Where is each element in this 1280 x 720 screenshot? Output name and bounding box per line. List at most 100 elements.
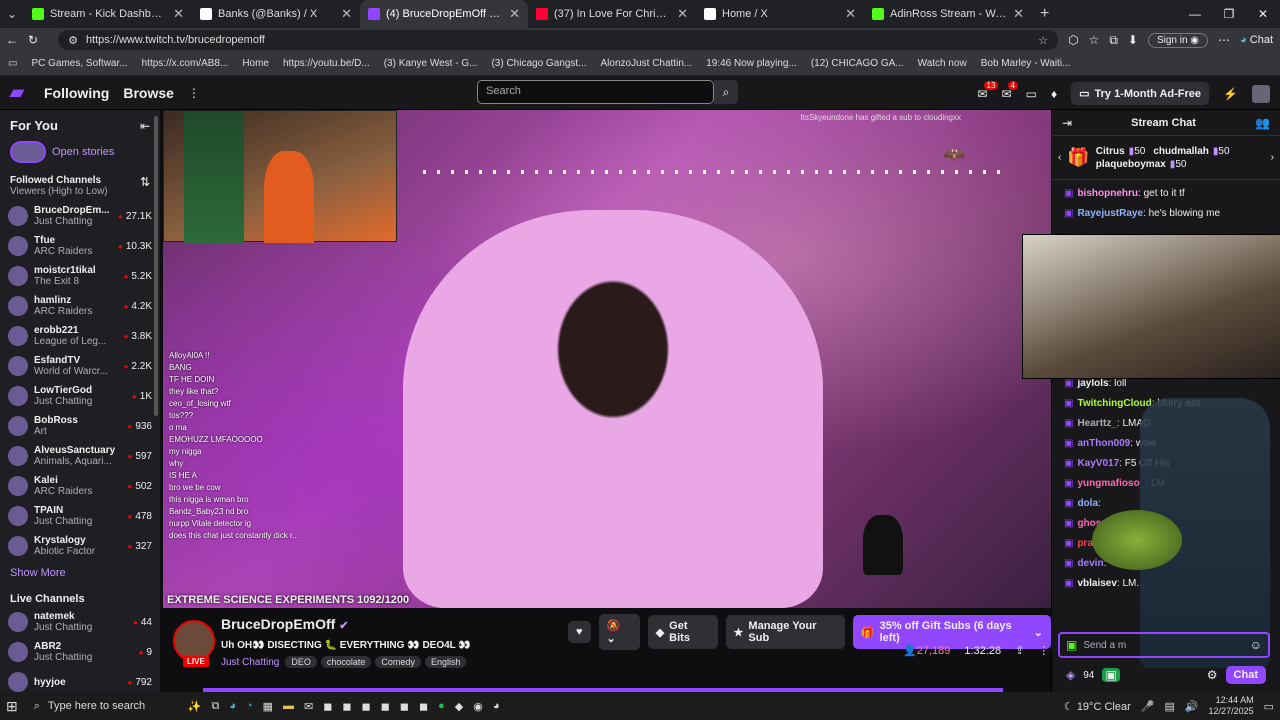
bookmark-star-icon[interactable]: ☆: [1038, 34, 1048, 47]
tab-list-chevron-icon[interactable]: ⌄: [0, 7, 24, 21]
chat-username[interactable]: jaylols: [1077, 378, 1108, 389]
bookmark-item[interactable]: Watch now: [918, 58, 967, 69]
tab-close-icon[interactable]: ✕: [509, 6, 520, 22]
following-link[interactable]: Following: [44, 85, 109, 101]
volume-icon[interactable]: 🔊: [1185, 700, 1199, 713]
sidebar-channel[interactable]: hyyjoe 792: [0, 667, 160, 692]
sort-icon[interactable]: ⇅: [140, 175, 150, 197]
maximize-icon[interactable]: ❐: [1212, 7, 1246, 21]
app-icon-2[interactable]: ◼: [342, 700, 351, 713]
task-view-icon[interactable]: ⧉: [211, 700, 219, 713]
sidebar-channel[interactable]: ABR2Just Chatting 9: [0, 637, 160, 667]
clock[interactable]: 12:44 AM 12/27/2025: [1209, 695, 1254, 717]
gifter-entry[interactable]: Citrus ▮50: [1096, 146, 1146, 157]
favorites-icon[interactable]: ☆: [1089, 33, 1100, 47]
sidebar-channel[interactable]: hamlinzARC Raiders 4.2K: [0, 291, 160, 321]
mic-icon[interactable]: 🎤: [1141, 700, 1155, 713]
whispers-icon[interactable]: ▭: [1026, 87, 1037, 101]
gifter-entry[interactable]: plaqueboymax ▮50: [1096, 159, 1187, 170]
bookmark-item[interactable]: https://x.com/AB8...: [142, 58, 229, 69]
bits-icon[interactable]: ⚡: [1223, 87, 1238, 101]
stream-tag[interactable]: DEO: [285, 656, 317, 668]
start-icon[interactable]: ⊞: [6, 698, 18, 715]
streamer-name[interactable]: BruceDropEmOff ✔: [221, 616, 348, 632]
sidebar-channel[interactable]: TfueARC Raiders 10.3K: [0, 231, 160, 261]
twitch-logo-icon[interactable]: ▰: [10, 82, 30, 103]
more-menu-icon[interactable]: ⋯: [1218, 33, 1230, 47]
bookmark-item[interactable]: (12) CHICAGO GA...: [811, 58, 904, 69]
app-icon-9[interactable]: ◕: [493, 700, 500, 712]
extensions-icon[interactable]: ⬡: [1068, 33, 1078, 47]
get-bits-button[interactable]: ◆ Get Bits: [647, 615, 718, 649]
sidebar-channel[interactable]: BobRossArt 936: [0, 411, 160, 441]
tab-close-icon[interactable]: ✕: [845, 6, 856, 22]
bookmark-folder-icon[interactable]: ▭: [8, 58, 17, 69]
chat-username[interactable]: bishopnehru: [1077, 188, 1138, 199]
collapse-sidebar-icon[interactable]: ⇤: [140, 119, 150, 133]
mail-icon[interactable]: ✉: [304, 700, 313, 713]
bookmark-item[interactable]: Bob Marley - Waiti...: [981, 58, 1071, 69]
sidebar-channel[interactable]: LowTierGodJust Chatting 1K: [0, 381, 160, 411]
bookmark-item[interactable]: PC Games, Softwar...: [31, 58, 127, 69]
browser-tab[interactable]: Stream - Kick Dashboard ✕: [24, 0, 192, 28]
collections-icon[interactable]: ⧉: [1109, 33, 1118, 48]
search-input[interactable]: Search: [477, 80, 714, 104]
browser-tab[interactable]: Banks (@Banks) / X ✕: [192, 0, 360, 28]
bookmark-item[interactable]: (3) Kanye West - G...: [384, 58, 478, 69]
weather-widget[interactable]: ☾ 19°C Clear: [1064, 700, 1131, 713]
channel-points-icon[interactable]: ◈: [1066, 668, 1075, 682]
show-more-link[interactable]: Show More: [0, 561, 160, 585]
widgets-icon[interactable]: ✨: [188, 700, 202, 713]
follow-heart-button[interactable]: ♥: [568, 621, 591, 643]
chat-username[interactable]: vblaisev: [1077, 578, 1116, 589]
stream-tag[interactable]: English: [424, 656, 467, 668]
new-tab-button[interactable]: +: [1032, 5, 1057, 23]
network-icon[interactable]: ▤: [1164, 700, 1174, 713]
copilot-icon[interactable]: ◕: [229, 700, 236, 712]
close-window-icon[interactable]: ✕: [1246, 7, 1280, 21]
leaderboard-next-icon[interactable]: ›: [1271, 152, 1274, 163]
chat-username[interactable]: devin: [1077, 558, 1103, 569]
bookmark-item[interactable]: (3) Chicago Gangst...: [491, 58, 586, 69]
edge-icon[interactable]: ◔: [246, 700, 253, 712]
bookmark-item[interactable]: https://youtu.be/D...: [283, 58, 370, 69]
folder-icon[interactable]: ▬: [283, 700, 294, 712]
browse-link[interactable]: Browse: [123, 85, 174, 101]
tab-close-icon[interactable]: ✕: [173, 6, 184, 22]
app-icon-5[interactable]: ◼: [400, 700, 409, 713]
search-icon[interactable]: ⌕: [714, 80, 738, 104]
open-stories-link[interactable]: Open stories: [52, 146, 114, 158]
refresh-icon[interactable]: ↻: [28, 33, 38, 47]
notifications-toggle-button[interactable]: 🔕 ⌄: [598, 614, 640, 650]
chat-username[interactable]: dola: [1077, 498, 1098, 509]
chat-username[interactable]: TwitchingCloud: [1077, 398, 1151, 409]
chat-username[interactable]: yungmafioso_: [1077, 478, 1145, 489]
chat-username[interactable]: Hearttz_: [1077, 418, 1116, 429]
more-options-icon[interactable]: ⋮: [1038, 644, 1049, 657]
sidebar-channel[interactable]: BruceDropEm...Just Chatting 27.1K: [0, 201, 160, 231]
bookmark-item[interactable]: Home: [242, 58, 269, 69]
stories-avatar[interactable]: [10, 141, 46, 163]
sidebar-channel[interactable]: erobb221League of Leg... 3.8K: [0, 321, 160, 351]
gifter-entry[interactable]: chudmallah ▮50: [1153, 146, 1229, 157]
signin-button[interactable]: Sign in ◉: [1147, 32, 1209, 48]
minimize-icon[interactable]: —: [1178, 7, 1212, 21]
sidebar-channel[interactable]: moistcr1tikalThe Exit 8 5.2K: [0, 261, 160, 291]
video-player[interactable]: ItsSkyeundone has gifted a sub to cloudi…: [163, 110, 1051, 608]
chat-send-button[interactable]: Chat: [1225, 666, 1266, 684]
app-icon-6[interactable]: ◼: [419, 700, 428, 713]
share-icon[interactable]: ⇪: [1015, 644, 1024, 657]
tab-close-icon[interactable]: ✕: [1013, 6, 1024, 22]
back-icon[interactable]: ←: [6, 33, 18, 47]
app-icon-4[interactable]: ◼: [381, 700, 390, 713]
user-avatar[interactable]: [1252, 84, 1270, 103]
bookmark-item[interactable]: 19:46 Now playing...: [706, 58, 797, 69]
inbox-icon[interactable]: ✉ 4: [1002, 80, 1019, 101]
points-reward-icon[interactable]: ▣: [1102, 668, 1120, 682]
ad-free-button[interactable]: ▭ Try 1-Month Ad-Free: [1071, 82, 1210, 105]
browser-tab[interactable]: AdinRoss Stream - Watch Live on K ✕: [864, 0, 1032, 28]
sidebar-channel[interactable]: EsfandTVWorld of Warcr... 2.2K: [0, 351, 160, 381]
chat-username[interactable]: anThon009: [1077, 438, 1130, 449]
manage-sub-button[interactable]: ★ Manage Your Sub: [725, 615, 845, 649]
tab-close-icon[interactable]: ✕: [341, 6, 352, 22]
